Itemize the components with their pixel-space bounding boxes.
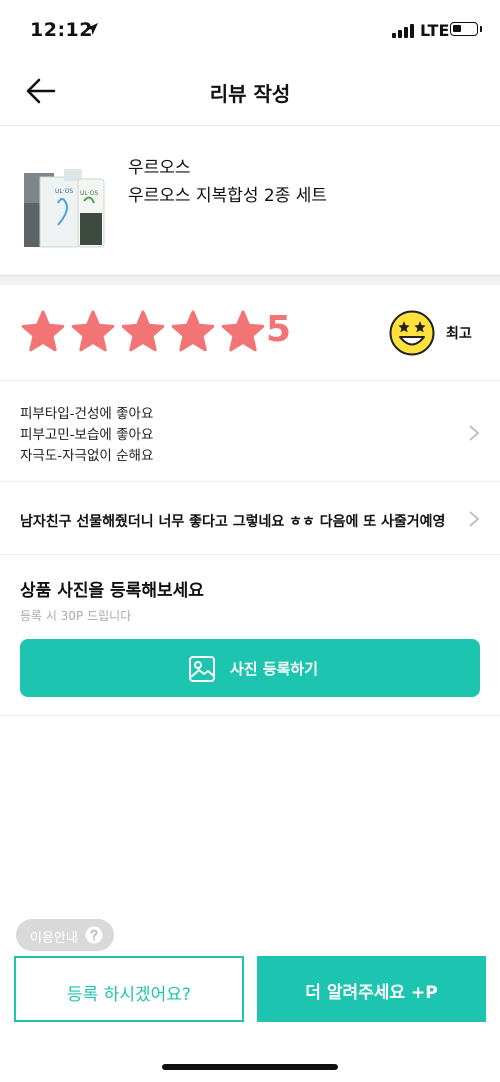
star-eyes-face-icon — [389, 310, 435, 356]
network-type: LTE — [420, 21, 450, 40]
home-indicator — [162, 1064, 338, 1070]
tell-more-label: 더 알려주세요 +P — [305, 983, 438, 1003]
review-text: 남자친구 선물해줬더니 너무 좋다고 그렇네요 ㅎㅎ 다음에 또 사줄거예영 — [20, 514, 446, 530]
usage-guide-button[interactable]: 이용안내 — [16, 919, 114, 951]
page-title: 리뷰 작성 — [209, 82, 291, 106]
chevron-right-icon — [469, 425, 480, 441]
chevron-right-icon — [469, 511, 480, 527]
photo-section: 상품 사진을 등록해보세요 등록 시 30P 드립니다 사진 등록하기 — [0, 556, 500, 716]
header: 리뷰 작성 — [0, 56, 500, 126]
star-rating[interactable] — [20, 309, 266, 355]
status-time: 12:12 — [30, 19, 93, 41]
register-button[interactable]: 등록 하시겠어요? — [14, 956, 244, 1022]
svg-text:UL·OS: UL·OS — [80, 190, 98, 197]
star-icon[interactable] — [70, 309, 116, 355]
status-bar: 12:12 LTE — [0, 0, 500, 56]
photo-title: 상품 사진을 등록해보세요 — [20, 581, 204, 601]
location-arrow-icon — [86, 23, 98, 35]
tell-more-button[interactable]: 더 알려주세요 +P — [257, 956, 486, 1022]
section-divider — [0, 275, 500, 285]
attribute-line: 피부고민-보습에 좋아요 — [20, 427, 154, 443]
product-summary: UL·OS UL·OS 우르오스 우르오스 지복합성 2종 세트 — [0, 127, 500, 275]
review-text-row[interactable]: 남자친구 선물해줬더니 너무 좋다고 그렇네요 ㅎㅎ 다음에 또 사줄거예영 — [0, 483, 500, 555]
image-icon — [189, 656, 215, 682]
photo-subtitle: 등록 시 30P 드립니다 — [20, 609, 132, 623]
attribute-line: 피부타입-건성에 좋아요 — [20, 406, 154, 422]
attribute-line: 자극도-자극없이 순해요 — [20, 448, 154, 464]
rating-word: 최고 — [446, 326, 472, 342]
battery-icon — [450, 22, 478, 36]
skin-attributes[interactable]: 피부타입-건성에 좋아요 피부고민-보습에 좋아요 자극도-자극없이 순해요 — [0, 382, 500, 482]
star-icon[interactable] — [170, 309, 216, 355]
product-thumbnail: UL·OS UL·OS — [24, 169, 105, 248]
add-photo-button[interactable]: 사진 등록하기 — [20, 639, 480, 697]
svg-text:UL·OS: UL·OS — [55, 188, 73, 195]
star-icon[interactable] — [20, 309, 66, 355]
usage-guide-label: 이용안내 — [30, 931, 78, 946]
rating-value: 5 — [266, 309, 292, 350]
rating-row: 5 최고 — [0, 285, 500, 381]
battery-cap — [480, 26, 482, 32]
register-label: 등록 하시겠어요? — [67, 985, 191, 1005]
product-name: 우르오스 지복합성 2종 세트 — [128, 186, 328, 206]
help-icon — [85, 926, 103, 944]
add-photo-label: 사진 등록하기 — [230, 660, 319, 678]
star-icon[interactable] — [220, 309, 266, 355]
product-brand: 우르오스 — [128, 158, 191, 178]
star-icon[interactable] — [120, 309, 166, 355]
signal-bars-icon — [392, 24, 414, 38]
